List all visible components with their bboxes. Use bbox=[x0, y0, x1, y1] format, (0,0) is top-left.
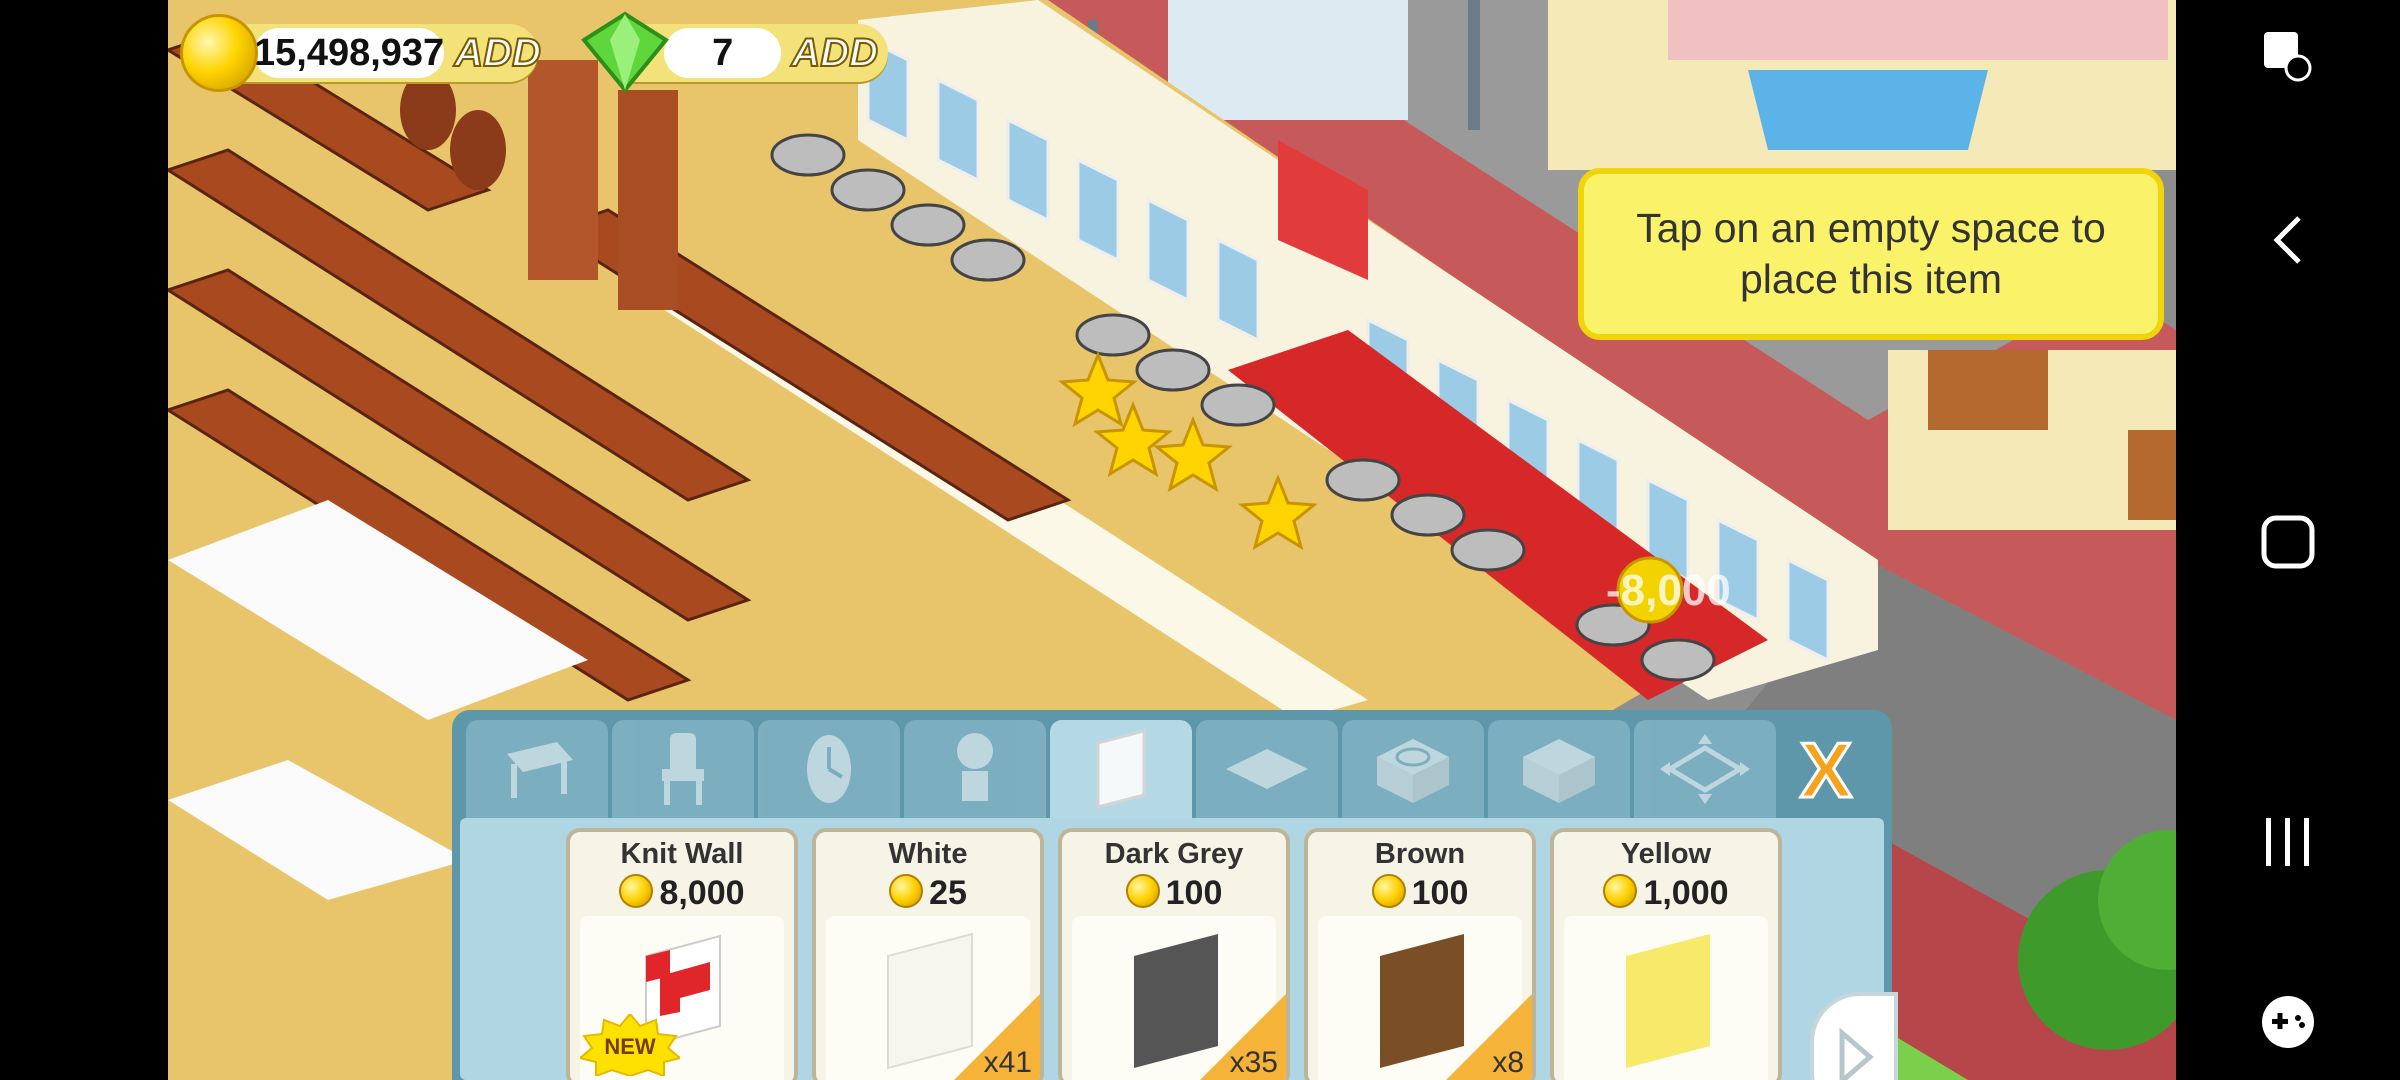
expand-icon bbox=[1660, 734, 1750, 804]
game-tools-button[interactable] bbox=[2176, 992, 2400, 1052]
gem-balance: 7 bbox=[664, 28, 782, 78]
chevron-right-icon bbox=[1839, 1027, 1874, 1080]
coin-icon bbox=[619, 874, 654, 908]
game-scene[interactable]: -8,000 15,498,937 ADD 7 ADD Tap on an em… bbox=[168, 0, 2176, 1080]
item-card-white[interactable]: White 25 x41 bbox=[812, 828, 1044, 1080]
back-button[interactable] bbox=[2176, 210, 2400, 270]
item-name: Knit Wall bbox=[620, 838, 744, 870]
item-preview bbox=[1564, 916, 1768, 1080]
tab-floors[interactable] bbox=[1196, 720, 1338, 818]
screenshot-icon bbox=[2264, 32, 2312, 82]
item-card-dark-grey[interactable]: Dark Grey 100 x35 bbox=[1058, 828, 1290, 1080]
back-icon bbox=[2273, 216, 2301, 264]
item-card-brown[interactable]: Brown 100 x8 bbox=[1304, 828, 1536, 1080]
close-shop-button[interactable]: X bbox=[1780, 720, 1872, 818]
coin-icon bbox=[180, 14, 258, 92]
item-price: 100 bbox=[1308, 874, 1532, 913]
owned-count: x41 bbox=[983, 1046, 1032, 1079]
plant-icon bbox=[957, 733, 993, 801]
close-label: X bbox=[1800, 729, 1852, 809]
coin-balance: 15,498,937 bbox=[254, 28, 445, 78]
gem-icon bbox=[581, 11, 669, 94]
owned-count: x8 bbox=[1492, 1046, 1524, 1079]
item-name: White bbox=[888, 838, 968, 870]
recents-icon bbox=[2266, 818, 2309, 866]
tab-appliances[interactable] bbox=[1342, 720, 1484, 818]
counter-icon bbox=[1523, 739, 1595, 803]
item-price: 8,000 bbox=[570, 874, 794, 913]
item-price: 25 bbox=[816, 874, 1040, 913]
next-page-button[interactable] bbox=[1810, 992, 1898, 1080]
game-tools-icon bbox=[2262, 996, 2314, 1048]
coin-icon bbox=[1603, 874, 1638, 908]
tab-chairs[interactable] bbox=[612, 720, 754, 818]
shop-panel: X Knit Wall 8,000 NEW White 25 x41 Dark … bbox=[452, 710, 1898, 1080]
new-badge: NEW bbox=[580, 1014, 680, 1076]
close-icon: X bbox=[1798, 729, 1853, 809]
coin-spent-text: -8,000 bbox=[1606, 566, 1731, 615]
tab-counters[interactable] bbox=[1488, 720, 1630, 818]
add-coins-button[interactable]: ADD bbox=[444, 30, 551, 76]
owned-count: x35 bbox=[1229, 1046, 1278, 1079]
shop-category-tabs: X bbox=[466, 720, 1876, 818]
coin-icon bbox=[1125, 874, 1160, 908]
item-card-yellow[interactable]: Yellow 1,000 bbox=[1550, 828, 1782, 1080]
tab-plants[interactable] bbox=[904, 720, 1046, 818]
recents-button[interactable] bbox=[2176, 812, 2400, 872]
tooltip-text: Tap on an empty space to place this item bbox=[1636, 205, 2106, 302]
wall-icon bbox=[1096, 729, 1146, 809]
svg-text:NEW: NEW bbox=[604, 1034, 656, 1059]
item-name: Yellow bbox=[1620, 838, 1712, 870]
stove-icon bbox=[1377, 739, 1449, 803]
tab-walls[interactable] bbox=[1050, 720, 1192, 818]
chair-icon bbox=[662, 733, 704, 805]
table-icon bbox=[507, 742, 573, 798]
floor-icon bbox=[1226, 749, 1308, 789]
item-card-knit-wall[interactable]: Knit Wall 8,000 NEW bbox=[566, 828, 798, 1080]
coin-icon bbox=[889, 874, 924, 908]
coin-icon bbox=[1371, 874, 1406, 908]
item-price: 100 bbox=[1062, 874, 1286, 913]
placement-tooltip: Tap on an empty space to place this item bbox=[1578, 168, 2164, 340]
item-name: Brown bbox=[1374, 838, 1466, 870]
item-shelf: Knit Wall 8,000 NEW White 25 x41 Dark Gr… bbox=[460, 818, 1898, 1080]
clock-icon bbox=[807, 735, 851, 803]
tab-tables[interactable] bbox=[466, 720, 608, 818]
system-navigation-bar bbox=[2176, 0, 2400, 1080]
tab-decor[interactable] bbox=[758, 720, 900, 818]
item-name: Dark Grey bbox=[1104, 838, 1244, 870]
item-price: 1,000 bbox=[1554, 874, 1778, 913]
tab-expand[interactable] bbox=[1634, 720, 1776, 818]
home-icon bbox=[2261, 515, 2315, 569]
add-gems-button[interactable]: ADD bbox=[781, 30, 888, 76]
home-button[interactable] bbox=[2176, 512, 2400, 572]
screenshot-button[interactable] bbox=[2176, 28, 2400, 88]
